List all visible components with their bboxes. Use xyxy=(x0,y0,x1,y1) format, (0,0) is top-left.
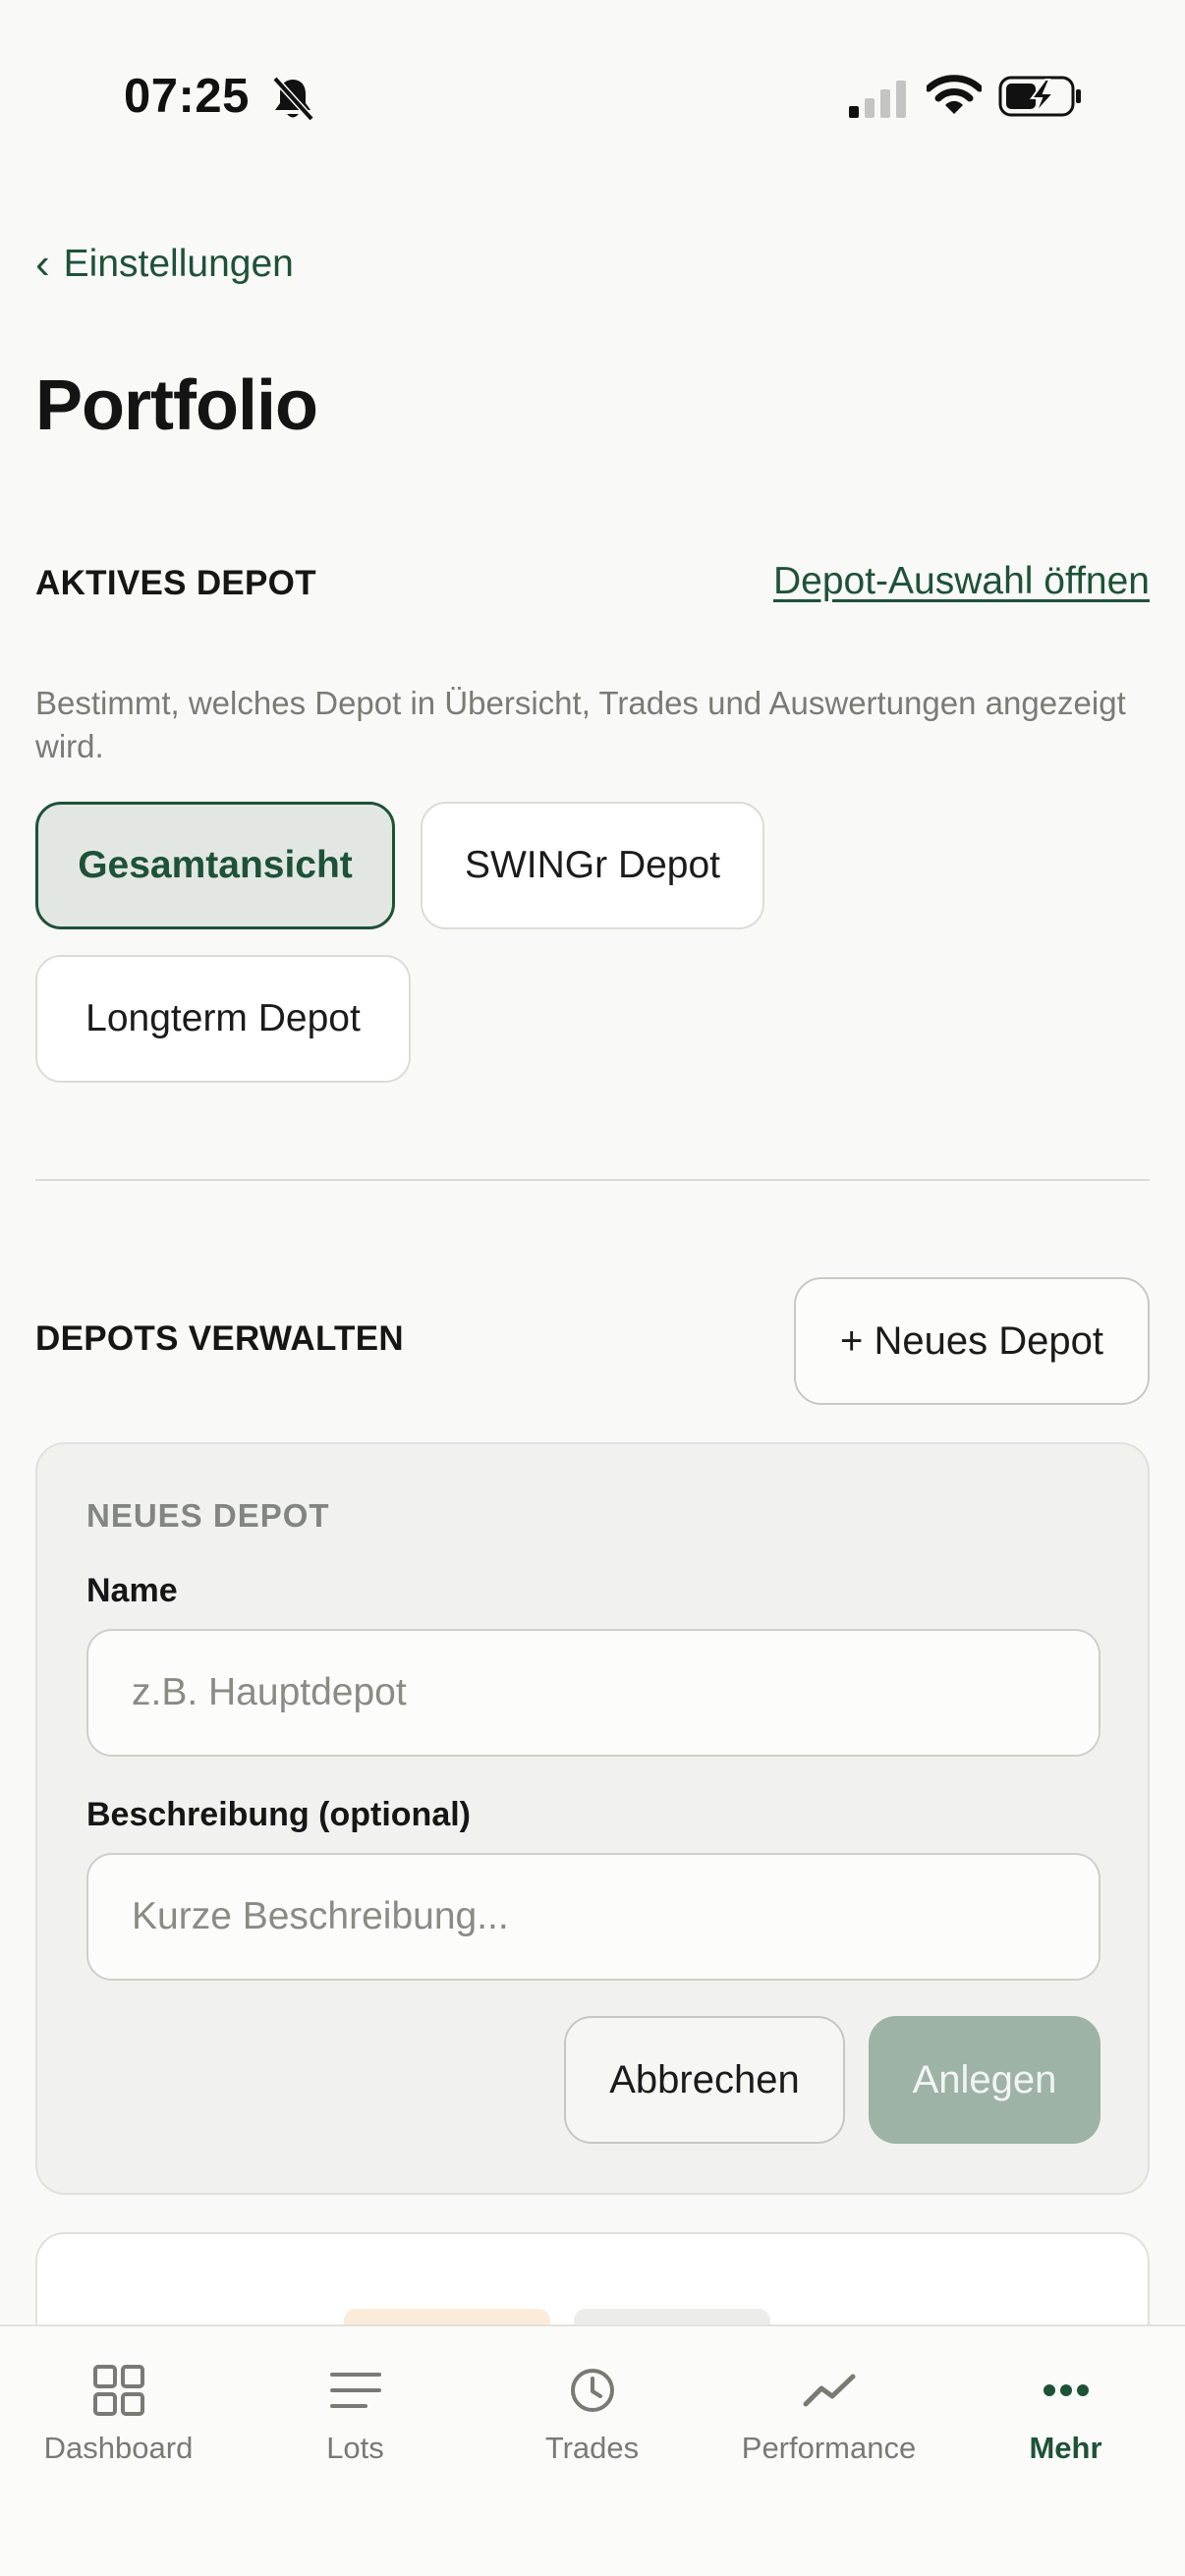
name-field-label: Name xyxy=(86,1572,178,1609)
back-button[interactable]: ‹ Einstellungen xyxy=(35,243,294,286)
description-input[interactable] xyxy=(86,1853,1100,1981)
section-divider xyxy=(35,1179,1150,1181)
tab-lots[interactable]: Lots xyxy=(237,2326,474,2503)
manage-depots-section-label: DEPOTS VERWALTEN xyxy=(35,1319,404,1358)
depot-chip-gesamtansicht[interactable]: Gesamtansicht xyxy=(35,802,395,929)
new-depot-form: NEUES DEPOT Name Beschreibung (optional)… xyxy=(35,1442,1150,2195)
more-icon xyxy=(1040,2364,1093,2417)
new-depot-button[interactable]: + Neues Depot xyxy=(794,1277,1150,1405)
tab-label: Lots xyxy=(326,2431,384,2465)
cancel-button[interactable]: Abbrechen xyxy=(564,2016,845,2144)
page-title: Portfolio xyxy=(35,366,318,445)
depot-chip-label: Longterm Depot xyxy=(85,997,361,1039)
chevron-left-icon: ‹ xyxy=(35,240,50,288)
depot-chip-label: SWINGr Depot xyxy=(464,844,721,886)
clock-icon xyxy=(566,2364,619,2417)
open-depot-picker-link[interactable]: Depot-Auswahl öffnen xyxy=(773,560,1150,603)
tab-dashboard[interactable]: Dashboard xyxy=(0,2326,237,2503)
tab-label: Performance xyxy=(741,2431,917,2465)
tab-trades[interactable]: Trades xyxy=(474,2326,710,2503)
battery-charging-icon xyxy=(998,76,1081,117)
active-depot-section-label: AKTIVES DEPOT xyxy=(35,564,316,602)
wifi-icon xyxy=(927,75,982,114)
trend-icon xyxy=(803,2364,856,2417)
name-input[interactable] xyxy=(86,1629,1100,1757)
depot-chip-longterm[interactable]: Longterm Depot xyxy=(35,955,411,1083)
status-bar: 07:25 xyxy=(0,0,1185,196)
tab-more[interactable]: Mehr xyxy=(947,2326,1184,2503)
cellular-signal-icon xyxy=(849,81,906,118)
description-field-label: Beschreibung (optional) xyxy=(86,1796,471,1833)
status-time: 07:25 xyxy=(124,70,250,123)
grid-icon xyxy=(92,2364,145,2417)
depot-chip-swingr[interactable]: SWINGr Depot xyxy=(421,802,764,929)
tab-performance[interactable]: Performance xyxy=(710,2326,947,2503)
list-icon xyxy=(329,2364,382,2417)
tab-label: Dashboard xyxy=(43,2431,194,2465)
tab-label: Mehr xyxy=(1029,2431,1102,2465)
create-depot-button[interactable]: Anlegen xyxy=(869,2016,1100,2144)
new-depot-form-title: NEUES DEPOT xyxy=(86,1497,330,1534)
depot-chip-label: Gesamtansicht xyxy=(78,844,353,886)
active-depot-helper-text: Bestimmt, welches Depot in Übersicht, Tr… xyxy=(35,685,1126,764)
tab-label: Trades xyxy=(544,2431,640,2465)
bottom-tab-bar: Dashboard Lots Trades Performance Mehr xyxy=(0,2324,1185,2576)
back-label: Einstellungen xyxy=(63,243,294,285)
bell-muted-icon xyxy=(272,76,314,122)
